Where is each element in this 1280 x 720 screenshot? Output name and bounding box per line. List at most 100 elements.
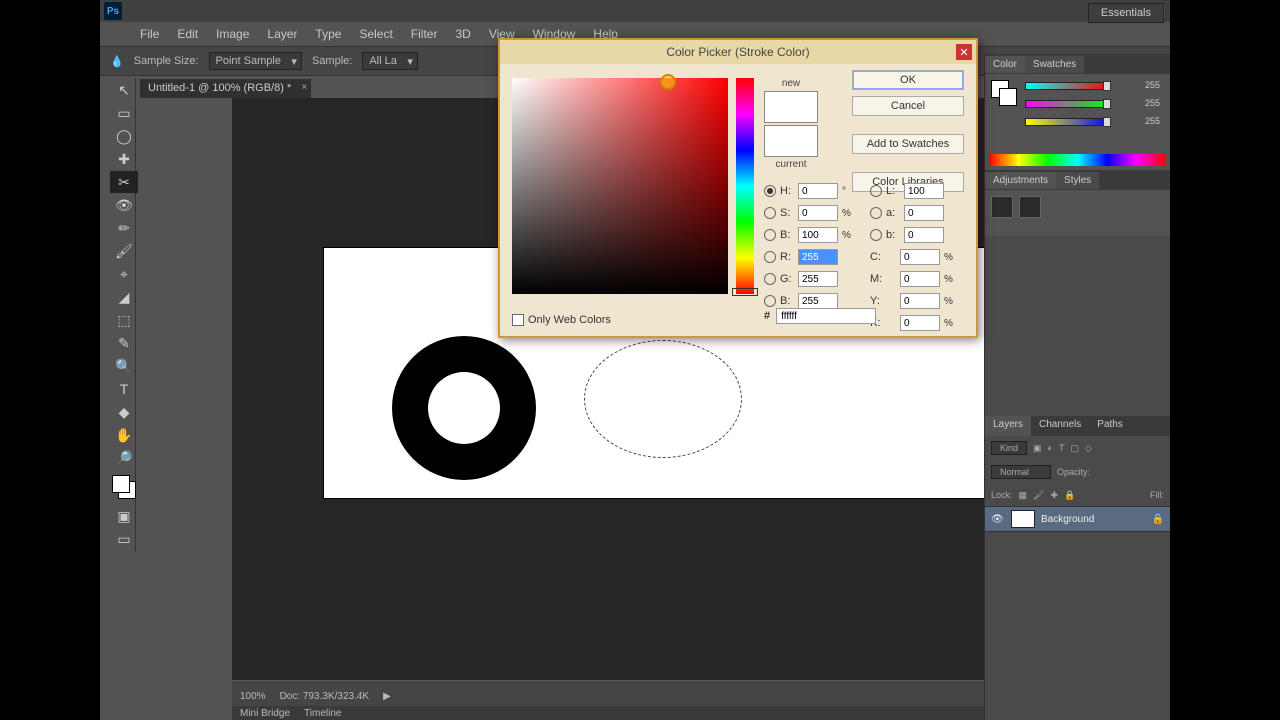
eyedropper-tool[interactable]: ✂ (110, 171, 138, 193)
quickmask-tool[interactable]: ▣ (110, 505, 138, 527)
brush-tool[interactable]: ✏ (110, 217, 138, 239)
filter-icon[interactable]: ◐ (1048, 443, 1053, 453)
sample-dropdown[interactable]: All La (362, 52, 418, 70)
marquee-tool[interactable]: ▭ (110, 102, 138, 124)
move-tool[interactable]: ↖ (110, 79, 138, 101)
menu-select[interactable]: Select (359, 27, 392, 41)
hue-slider[interactable] (736, 78, 754, 294)
h-input[interactable] (798, 183, 838, 199)
eyedropper-tool-icon[interactable]: 💧 (110, 55, 124, 68)
cancel-button[interactable]: Cancel (852, 96, 964, 116)
r-radio[interactable] (764, 251, 776, 263)
crop-tool[interactable]: ✚ (110, 148, 138, 170)
tab-color[interactable]: Color (985, 56, 1025, 73)
adjust-swatch[interactable] (1019, 196, 1041, 218)
l-radio[interactable] (870, 185, 882, 197)
lasso-tool[interactable]: ◯ (110, 125, 138, 147)
dodge-tool[interactable]: 🔍 (110, 355, 138, 377)
bh-input[interactable] (798, 227, 838, 243)
b-input[interactable] (798, 293, 838, 309)
saturation-field[interactable] (512, 78, 728, 294)
a-input[interactable] (904, 205, 944, 221)
ok-button[interactable]: OK (852, 70, 964, 90)
tab-channels[interactable]: Channels (1031, 416, 1089, 436)
eraser-tool[interactable]: ◢ (110, 286, 138, 308)
visibility-eye-icon[interactable]: 👁 (991, 514, 1005, 525)
color-ramp[interactable] (989, 154, 1166, 166)
g-slider[interactable] (1025, 100, 1111, 112)
hand-tool[interactable]: ✋ (110, 424, 138, 446)
stamp-tool[interactable]: 🖌 (110, 240, 138, 262)
zoom-tool[interactable]: 🔎 (110, 447, 138, 469)
menu-file[interactable]: File (140, 27, 159, 41)
r-slider[interactable] (1025, 82, 1111, 94)
lock-pixels-icon[interactable]: 🖌 (1033, 490, 1044, 501)
foreground-background-colors[interactable] (991, 80, 1019, 108)
menu-type[interactable]: Type (315, 27, 341, 41)
healing-tool[interactable]: 👁 (110, 194, 138, 216)
g-input[interactable] (798, 271, 838, 287)
tab-adjustments[interactable]: Adjustments (985, 172, 1056, 189)
menu-filter[interactable]: Filter (411, 27, 438, 41)
footer-tab-minibridge[interactable]: Mini Bridge (240, 708, 290, 719)
document-tab-close-icon[interactable]: × (301, 82, 307, 93)
doc-info[interactable]: Doc: 793.3K/323.4K (280, 691, 370, 702)
filter-icon[interactable]: T (1059, 443, 1065, 453)
foreground-background-toolbox[interactable] (110, 473, 138, 501)
menu-layer[interactable]: Layer (267, 27, 297, 41)
layer-kind-dropdown[interactable]: Kind (991, 441, 1027, 455)
hue-slider-knob[interactable] (732, 288, 758, 296)
tab-swatches[interactable]: Swatches (1025, 56, 1084, 73)
b2-input[interactable] (904, 227, 944, 243)
web-colors-checkbox[interactable] (512, 314, 524, 326)
r-input[interactable] (798, 249, 838, 265)
adjust-swatch[interactable] (991, 196, 1013, 218)
h-radio[interactable] (764, 185, 776, 197)
layer-row-background[interactable]: 👁 Background 🔒 (985, 506, 1170, 532)
b-slider[interactable] (1025, 118, 1111, 130)
lock-all-icon[interactable]: 🔒 (1064, 490, 1075, 501)
add-to-swatches-button[interactable]: Add to Swatches (852, 134, 964, 154)
type-tool[interactable]: T (110, 378, 138, 400)
s-radio[interactable] (764, 207, 776, 219)
lock-transparency-icon[interactable]: ▦ (1019, 490, 1028, 501)
b2-radio[interactable] (870, 229, 882, 241)
menu-image[interactable]: Image (216, 27, 249, 41)
filter-icon[interactable]: ◇ (1085, 443, 1092, 454)
lock-position-icon[interactable]: ✚ (1050, 490, 1058, 501)
a-radio[interactable] (870, 207, 882, 219)
filter-icon[interactable]: ▣ (1033, 443, 1042, 454)
blur-tool[interactable]: ✎ (110, 332, 138, 354)
sample-size-dropdown[interactable]: Point Sample (209, 52, 302, 70)
new-color-swatch[interactable] (764, 91, 818, 123)
history-brush-tool[interactable]: ⌖ (110, 263, 138, 285)
footer-tab-timeline[interactable]: Timeline (304, 708, 341, 719)
c-input[interactable] (900, 249, 940, 265)
color-picker-cursor[interactable] (660, 74, 676, 90)
workspace-switcher[interactable]: Essentials (1088, 3, 1164, 23)
b-radio[interactable] (764, 295, 776, 307)
tab-styles[interactable]: Styles (1056, 172, 1099, 189)
l-input[interactable] (904, 183, 944, 199)
menu-edit[interactable]: Edit (177, 27, 198, 41)
m-input[interactable] (900, 271, 940, 287)
tab-layers[interactable]: Layers (985, 416, 1031, 436)
g-radio[interactable] (764, 273, 776, 285)
layer-thumbnail[interactable] (1011, 510, 1035, 528)
menu-3d[interactable]: 3D (455, 27, 470, 41)
dialog-close-button[interactable]: ✕ (956, 44, 972, 60)
web-colors-checkbox-row[interactable]: Only Web Colors (512, 314, 611, 326)
bh-radio[interactable] (764, 229, 776, 241)
current-color-swatch[interactable] (764, 125, 818, 157)
tab-paths[interactable]: Paths (1089, 416, 1131, 436)
y-input[interactable] (900, 293, 940, 309)
dialog-titlebar[interactable]: Color Picker (Stroke Color) ✕ (500, 40, 976, 64)
s-input[interactable] (798, 205, 838, 221)
screenmode-tool[interactable]: ▭ (110, 528, 138, 550)
gradient-tool[interactable]: ⬚ (110, 309, 138, 331)
k-input[interactable] (900, 315, 940, 331)
pen-tool[interactable]: ◆ (110, 401, 138, 423)
hex-input[interactable] (776, 308, 876, 324)
zoom-level[interactable]: 100% (240, 691, 266, 702)
play-icon[interactable]: ▶ (383, 691, 391, 702)
